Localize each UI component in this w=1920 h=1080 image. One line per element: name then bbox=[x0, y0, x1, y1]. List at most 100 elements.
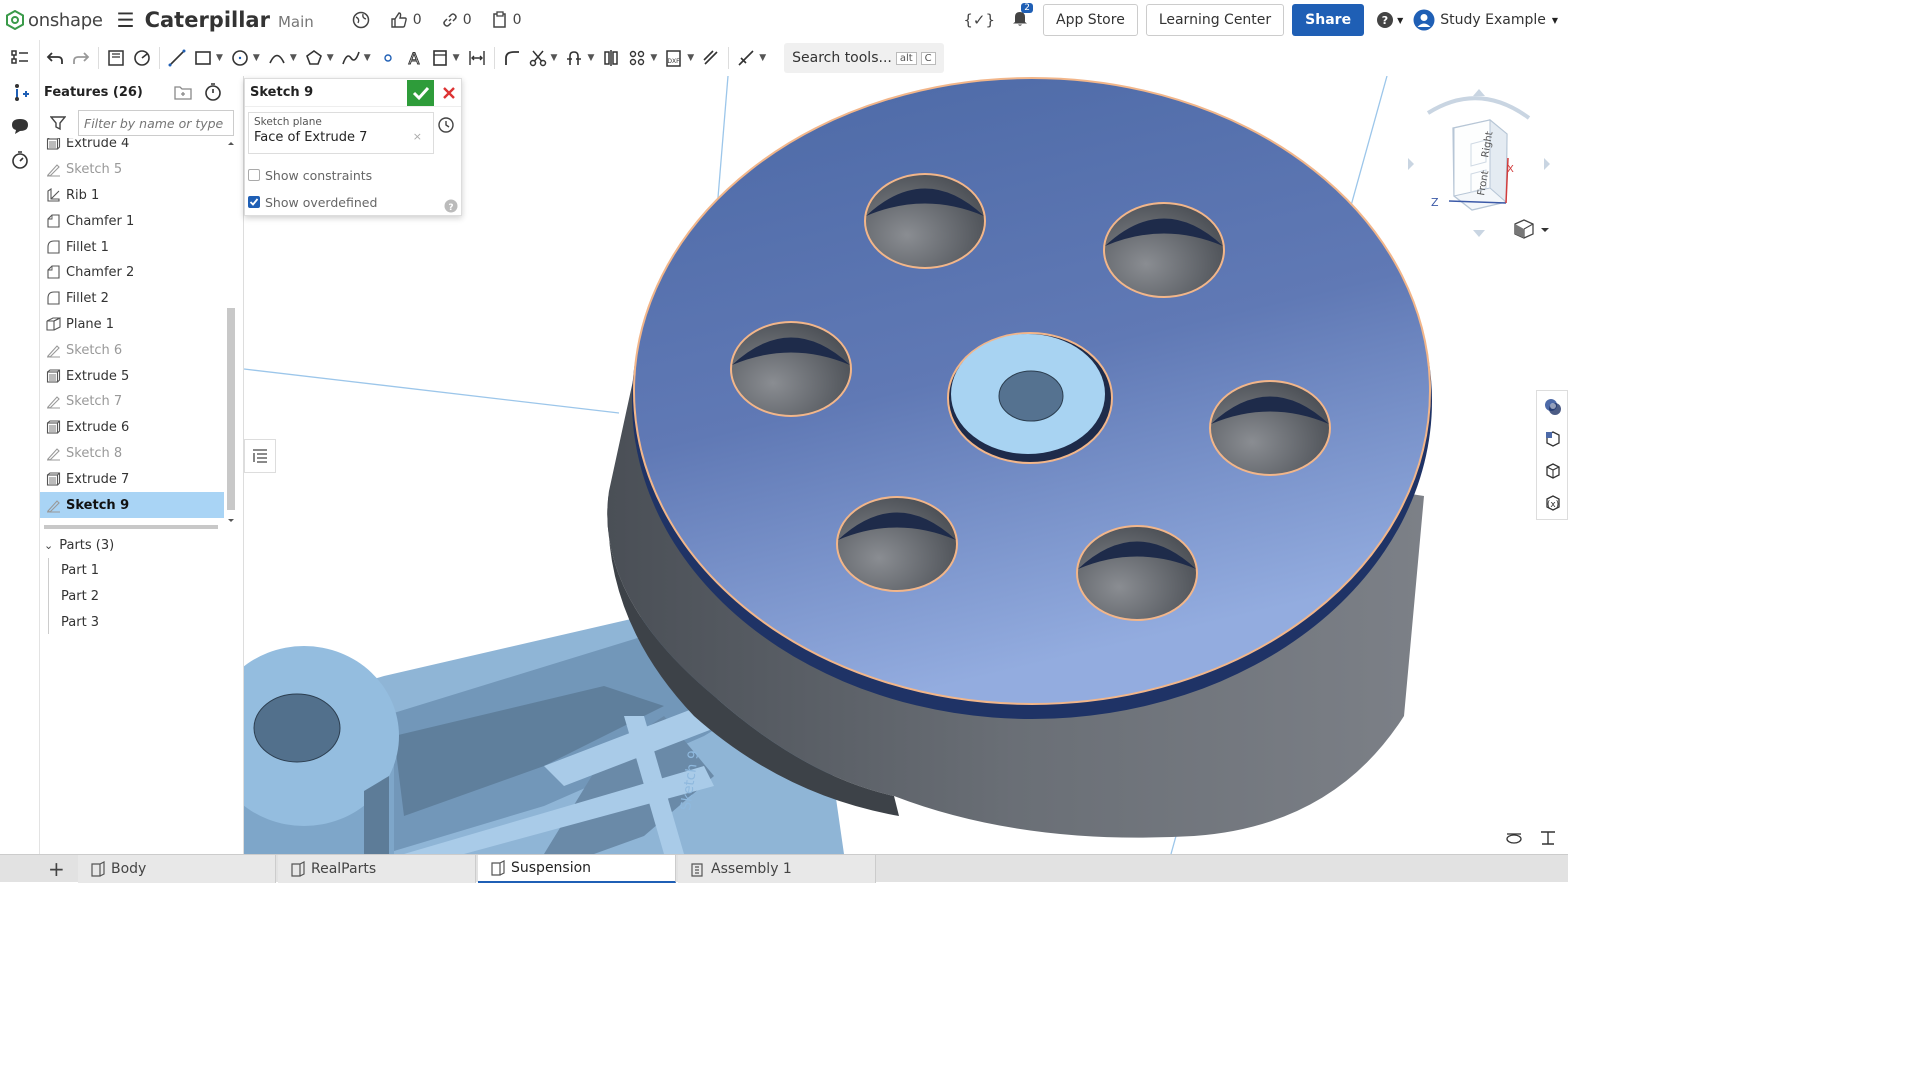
search-tools-button[interactable]: Search tools... alt C bbox=[784, 43, 944, 73]
redo-icon[interactable] bbox=[68, 45, 94, 71]
chevron-down-icon[interactable]: ▼ bbox=[327, 53, 334, 63]
mirror-icon[interactable] bbox=[598, 45, 624, 71]
sketch-plane-field[interactable]: Sketch plane Face of Extrude 7 × bbox=[248, 112, 434, 154]
view-options-icon[interactable] bbox=[1514, 219, 1549, 239]
feature-list-scrollbar[interactable] bbox=[226, 138, 236, 527]
feature-item[interactable]: Extrude 4 bbox=[40, 138, 224, 157]
circle-icon[interactable] bbox=[227, 45, 253, 71]
sketch-icon[interactable] bbox=[103, 45, 129, 71]
chevron-down-icon[interactable]: ▼ bbox=[687, 53, 694, 63]
chevron-down-icon[interactable]: ▼ bbox=[759, 53, 766, 63]
part-item[interactable]: Part 2 bbox=[61, 583, 99, 609]
polygon-icon[interactable] bbox=[301, 45, 327, 71]
hole[interactable] bbox=[1209, 380, 1331, 476]
feature-item[interactable]: Sketch 9 bbox=[40, 492, 224, 518]
parts-header[interactable]: ⌄ Parts (3) bbox=[40, 532, 114, 558]
text-icon[interactable]: A bbox=[401, 45, 427, 71]
rollback-timer-icon[interactable] bbox=[204, 82, 222, 106]
menu-icon[interactable]: ☰ bbox=[117, 8, 135, 32]
undo-icon[interactable] bbox=[42, 45, 68, 71]
line-icon[interactable] bbox=[164, 45, 190, 71]
feature-item[interactable]: Extrude 6 bbox=[40, 415, 224, 441]
copies-button[interactable]: 0 bbox=[492, 11, 522, 29]
hole[interactable] bbox=[836, 496, 958, 592]
feature-item[interactable]: Rib 1 bbox=[40, 183, 224, 209]
measure-icon[interactable] bbox=[1541, 831, 1555, 845]
appearance-icon[interactable] bbox=[1537, 391, 1569, 423]
app-store-button[interactable]: App Store bbox=[1043, 4, 1138, 36]
point-icon[interactable] bbox=[375, 45, 401, 71]
branch-label[interactable]: Main bbox=[278, 13, 314, 31]
finish-sketch-icon[interactable] bbox=[129, 45, 155, 71]
comments-icon[interactable] bbox=[8, 114, 32, 138]
chevron-down-icon[interactable]: ▼ bbox=[364, 53, 371, 63]
arc-icon[interactable] bbox=[264, 45, 290, 71]
fillet-icon[interactable] bbox=[499, 45, 525, 71]
chevron-down-icon[interactable]: ▼ bbox=[290, 53, 297, 63]
chevron-down-icon[interactable]: ▼ bbox=[650, 53, 657, 63]
hole[interactable] bbox=[1076, 525, 1198, 621]
chevron-down-icon[interactable]: ▼ bbox=[216, 53, 223, 63]
tab-suspension[interactable]: Suspension bbox=[478, 855, 676, 883]
rectangle-icon[interactable] bbox=[190, 45, 216, 71]
help-icon[interactable]: ? bbox=[444, 199, 458, 217]
feature-item[interactable]: Extrude 7 bbox=[40, 466, 224, 492]
like-button[interactable]: 0 bbox=[390, 11, 422, 29]
learning-center-button[interactable]: Learning Center bbox=[1145, 4, 1285, 36]
help-button[interactable]: ? ▼ bbox=[1376, 11, 1403, 29]
filter-icon[interactable] bbox=[49, 115, 67, 135]
accept-button[interactable] bbox=[407, 80, 434, 106]
chevron-down-icon[interactable]: ▼ bbox=[551, 53, 558, 63]
hole[interactable] bbox=[1103, 202, 1225, 298]
share-button[interactable]: Share bbox=[1292, 4, 1365, 36]
center-boss[interactable] bbox=[947, 332, 1113, 464]
feature-list-icon[interactable] bbox=[8, 46, 32, 70]
hole[interactable] bbox=[730, 321, 852, 417]
show-constraints-checkbox[interactable]: Show constraints bbox=[248, 164, 372, 186]
feature-item[interactable]: Fillet 1 bbox=[40, 234, 224, 260]
feature-item[interactable]: Chamfer 1 bbox=[40, 208, 224, 234]
chevron-down-icon[interactable]: ▼ bbox=[253, 53, 260, 63]
chevron-down-icon[interactable]: ▼ bbox=[453, 53, 460, 63]
mass-properties-icon[interactable] bbox=[1537, 455, 1569, 487]
part-item[interactable]: Part 3 bbox=[61, 609, 99, 635]
feature-item[interactable]: Sketch 8 bbox=[40, 441, 224, 467]
tab-realparts[interactable]: RealParts bbox=[278, 855, 476, 883]
horizontal-scrollbar[interactable] bbox=[44, 525, 218, 529]
feature-item[interactable]: Sketch 5 bbox=[40, 157, 224, 183]
tab-assembly-1[interactable]: Assembly 1 bbox=[678, 855, 876, 883]
variables-panel-icon[interactable]: (x) bbox=[1537, 487, 1569, 519]
add-folder-icon[interactable] bbox=[174, 84, 192, 104]
history-clock-icon[interactable] bbox=[437, 116, 455, 138]
dxf-import-icon[interactable]: DXF bbox=[661, 45, 687, 71]
links-button[interactable]: 0 bbox=[442, 12, 472, 28]
view-rotate-icon[interactable] bbox=[1506, 833, 1522, 844]
variables-icon[interactable]: {✓} bbox=[963, 11, 995, 29]
add-feature-icon[interactable] bbox=[8, 80, 32, 104]
feature-item[interactable]: Extrude 5 bbox=[40, 363, 224, 389]
pattern-icon[interactable] bbox=[624, 45, 650, 71]
tab-body[interactable]: Body bbox=[78, 855, 276, 883]
feature-item[interactable]: Fillet 2 bbox=[40, 286, 224, 312]
sketch-tools-icon[interactable] bbox=[733, 45, 759, 71]
history-icon[interactable] bbox=[8, 148, 32, 172]
globe-icon[interactable] bbox=[352, 11, 370, 29]
configurations-icon[interactable] bbox=[1537, 423, 1569, 455]
part-item[interactable]: Part 1 bbox=[61, 557, 99, 583]
hole[interactable] bbox=[864, 173, 986, 269]
view-cube[interactable]: Right Front X Z bbox=[1408, 89, 1550, 237]
feature-item[interactable]: Sketch 6 bbox=[40, 337, 224, 363]
feature-item[interactable]: Chamfer 2 bbox=[40, 260, 224, 286]
collapse-list-toggle[interactable] bbox=[244, 439, 276, 473]
notifications-button[interactable]: 2 bbox=[1011, 3, 1033, 31]
clear-icon[interactable]: × bbox=[413, 130, 422, 145]
onshape-logo[interactable]: onshape bbox=[6, 10, 103, 31]
spline-icon[interactable] bbox=[338, 45, 364, 71]
cancel-button[interactable] bbox=[437, 80, 461, 106]
trim-icon[interactable] bbox=[525, 45, 551, 71]
feature-item[interactable]: Sketch 7 bbox=[40, 389, 224, 415]
offset-icon[interactable] bbox=[698, 45, 724, 71]
use-icon[interactable] bbox=[561, 45, 587, 71]
construction-icon[interactable] bbox=[427, 45, 453, 71]
dimension-icon[interactable] bbox=[464, 45, 490, 71]
